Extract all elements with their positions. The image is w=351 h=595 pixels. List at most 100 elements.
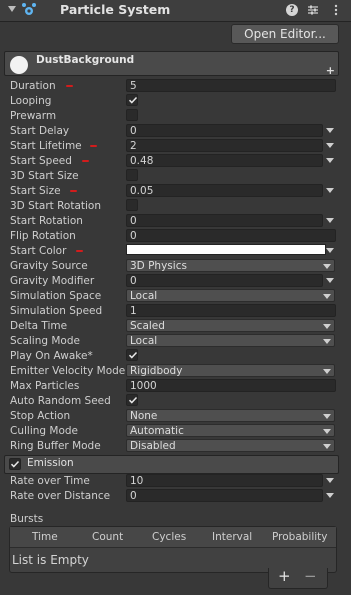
annotation-mark bbox=[70, 190, 77, 192]
row-max-particles: Max Particles 1000 bbox=[10, 379, 336, 393]
start-speed-label: Start Speed bbox=[10, 155, 72, 167]
bursts-column-probability: Probability bbox=[272, 531, 328, 543]
simulation-space-dropdown[interactable]: Local bbox=[126, 289, 335, 302]
row-3d-start-rotation: 3D Start Rotation bbox=[10, 199, 335, 213]
annotation-mark bbox=[82, 160, 89, 162]
chevron-down-icon bbox=[323, 429, 331, 434]
rate-over-time-field[interactable]: 10 bbox=[126, 474, 323, 487]
open-editor-button[interactable]: Open Editor... bbox=[231, 24, 339, 44]
emitter-velocity-mode-dropdown[interactable]: Rigidbody bbox=[126, 364, 335, 377]
particle-system-icon bbox=[22, 3, 36, 15]
emitter-velocity-mode-label: Emitter Velocity Mode bbox=[10, 365, 126, 377]
row-start-rotation: Start Rotation 0 bbox=[10, 214, 335, 228]
row-looping: Looping bbox=[10, 94, 335, 108]
annotation-mark bbox=[90, 145, 97, 147]
rate-over-distance-label: Rate over Distance bbox=[10, 490, 111, 502]
stop-action-dropdown[interactable]: None bbox=[126, 409, 335, 422]
scaling-mode-dropdown[interactable]: Local bbox=[126, 334, 335, 347]
component-title: Particle System bbox=[60, 2, 171, 17]
row-simulation-space: Simulation Space Local bbox=[10, 289, 335, 303]
stop-action-value: None bbox=[130, 410, 158, 422]
row-ring-buffer-mode: Ring Buffer Mode Disabled bbox=[10, 439, 335, 453]
curve-mode-dropdown-icon[interactable] bbox=[326, 278, 334, 283]
bursts-footer: + − bbox=[268, 568, 328, 589]
gravity-source-value: 3D Physics bbox=[130, 260, 187, 272]
play-on-awake-checkbox[interactable] bbox=[126, 349, 138, 361]
bursts-empty-text: List is Empty bbox=[12, 553, 89, 567]
scaling-mode-value: Local bbox=[130, 335, 158, 347]
row-culling-mode: Culling Mode Automatic bbox=[10, 424, 335, 438]
start-lifetime-label: Start Lifetime bbox=[10, 140, 82, 152]
module-preview-icon bbox=[10, 56, 28, 74]
flip-rotation-field[interactable]: 0 bbox=[126, 229, 336, 242]
start-speed-field[interactable]: 0.48 bbox=[126, 154, 323, 167]
auto-random-seed-label: Auto Random Seed bbox=[10, 395, 111, 407]
curve-mode-dropdown-icon[interactable] bbox=[326, 478, 334, 483]
remove-burst-button[interactable]: − bbox=[304, 569, 317, 584]
max-particles-label: Max Particles bbox=[10, 380, 80, 392]
delta-time-dropdown[interactable]: Scaled bbox=[126, 319, 335, 332]
bursts-column-time: Time bbox=[32, 531, 58, 543]
row-gravity-modifier: Gravity Modifier 0 bbox=[10, 274, 335, 288]
emission-module-header[interactable]: Emission bbox=[4, 455, 339, 474]
culling-mode-dropdown[interactable]: Automatic bbox=[126, 424, 335, 437]
duration-field[interactable]: 5 bbox=[126, 79, 336, 92]
gravity-source-dropdown[interactable]: 3D Physics bbox=[126, 259, 335, 272]
row-start-lifetime: Start Lifetime 2 bbox=[10, 139, 335, 153]
bursts-table-header: Time Count Cycles Interval Probability bbox=[10, 527, 336, 548]
culling-mode-label: Culling Mode bbox=[10, 425, 79, 437]
curve-mode-dropdown-icon[interactable] bbox=[326, 493, 334, 498]
3d-start-size-label: 3D Start Size bbox=[10, 170, 79, 182]
curve-mode-dropdown-icon[interactable] bbox=[326, 218, 334, 223]
color-mode-dropdown-icon[interactable] bbox=[326, 248, 334, 253]
foldout-arrow-icon[interactable] bbox=[8, 6, 16, 12]
rate-over-time-label: Rate over Time bbox=[10, 475, 90, 487]
checkmark-icon bbox=[128, 351, 138, 359]
curve-mode-dropdown-icon[interactable] bbox=[326, 188, 334, 193]
row-stop-action: Stop Action None bbox=[10, 409, 335, 423]
looping-checkbox[interactable] bbox=[126, 94, 138, 106]
ring-buffer-mode-value: Disabled bbox=[130, 440, 176, 452]
chevron-down-icon bbox=[323, 369, 331, 374]
module-name: DustBackground bbox=[36, 54, 135, 66]
row-start-delay: Start Delay 0 bbox=[10, 124, 335, 138]
rate-over-distance-field[interactable]: 0 bbox=[126, 489, 323, 502]
row-flip-rotation: Flip Rotation 0 bbox=[10, 229, 336, 243]
simulation-speed-label: Simulation Speed bbox=[10, 305, 103, 317]
add-burst-button[interactable]: + bbox=[278, 569, 291, 584]
start-delay-field[interactable]: 0 bbox=[126, 124, 323, 137]
simulation-speed-field[interactable]: 1 bbox=[126, 304, 336, 317]
main-module-header[interactable]: DustBackground + bbox=[4, 51, 339, 77]
max-particles-field[interactable]: 1000 bbox=[126, 379, 336, 392]
3d-start-rotation-checkbox[interactable] bbox=[126, 199, 138, 211]
prewarm-checkbox[interactable] bbox=[126, 109, 138, 121]
curve-mode-dropdown-icon[interactable] bbox=[326, 128, 334, 133]
emission-enable-checkbox[interactable] bbox=[9, 458, 21, 470]
curve-mode-dropdown-icon[interactable] bbox=[326, 158, 334, 163]
start-color-swatch[interactable] bbox=[126, 244, 326, 255]
duration-label: Duration bbox=[10, 80, 56, 92]
3d-start-size-checkbox[interactable] bbox=[126, 169, 138, 181]
start-lifetime-field[interactable]: 2 bbox=[126, 139, 323, 152]
presets-icon[interactable] bbox=[306, 3, 320, 17]
stop-action-label: Stop Action bbox=[10, 410, 71, 422]
ring-buffer-mode-label: Ring Buffer Mode bbox=[10, 440, 101, 452]
gravity-modifier-field[interactable]: 0 bbox=[126, 274, 323, 287]
row-auto-random-seed: Auto Random Seed bbox=[10, 394, 335, 408]
ring-buffer-mode-dropdown[interactable]: Disabled bbox=[126, 439, 335, 452]
flip-rotation-label: Flip Rotation bbox=[10, 230, 76, 242]
emitter-velocity-mode-value: Rigidbody bbox=[130, 365, 183, 377]
start-size-field[interactable]: 0.05 bbox=[126, 184, 323, 197]
row-prewarm: Prewarm bbox=[10, 109, 335, 123]
context-menu-icon[interactable] bbox=[329, 3, 343, 17]
row-emitter-velocity-mode: Emitter Velocity Mode Rigidbody bbox=[10, 364, 335, 378]
start-color-label: Start Color bbox=[10, 245, 67, 257]
start-rotation-field[interactable]: 0 bbox=[126, 214, 323, 227]
auto-random-seed-checkbox[interactable] bbox=[126, 394, 138, 406]
add-module-icon[interactable]: + bbox=[326, 64, 335, 77]
row-scaling-mode: Scaling Mode Local bbox=[10, 334, 335, 348]
help-icon[interactable]: ? bbox=[285, 3, 299, 17]
delta-time-value: Scaled bbox=[130, 320, 165, 332]
curve-mode-dropdown-icon[interactable] bbox=[326, 143, 334, 148]
row-start-size: Start Size 0.05 bbox=[10, 184, 335, 198]
